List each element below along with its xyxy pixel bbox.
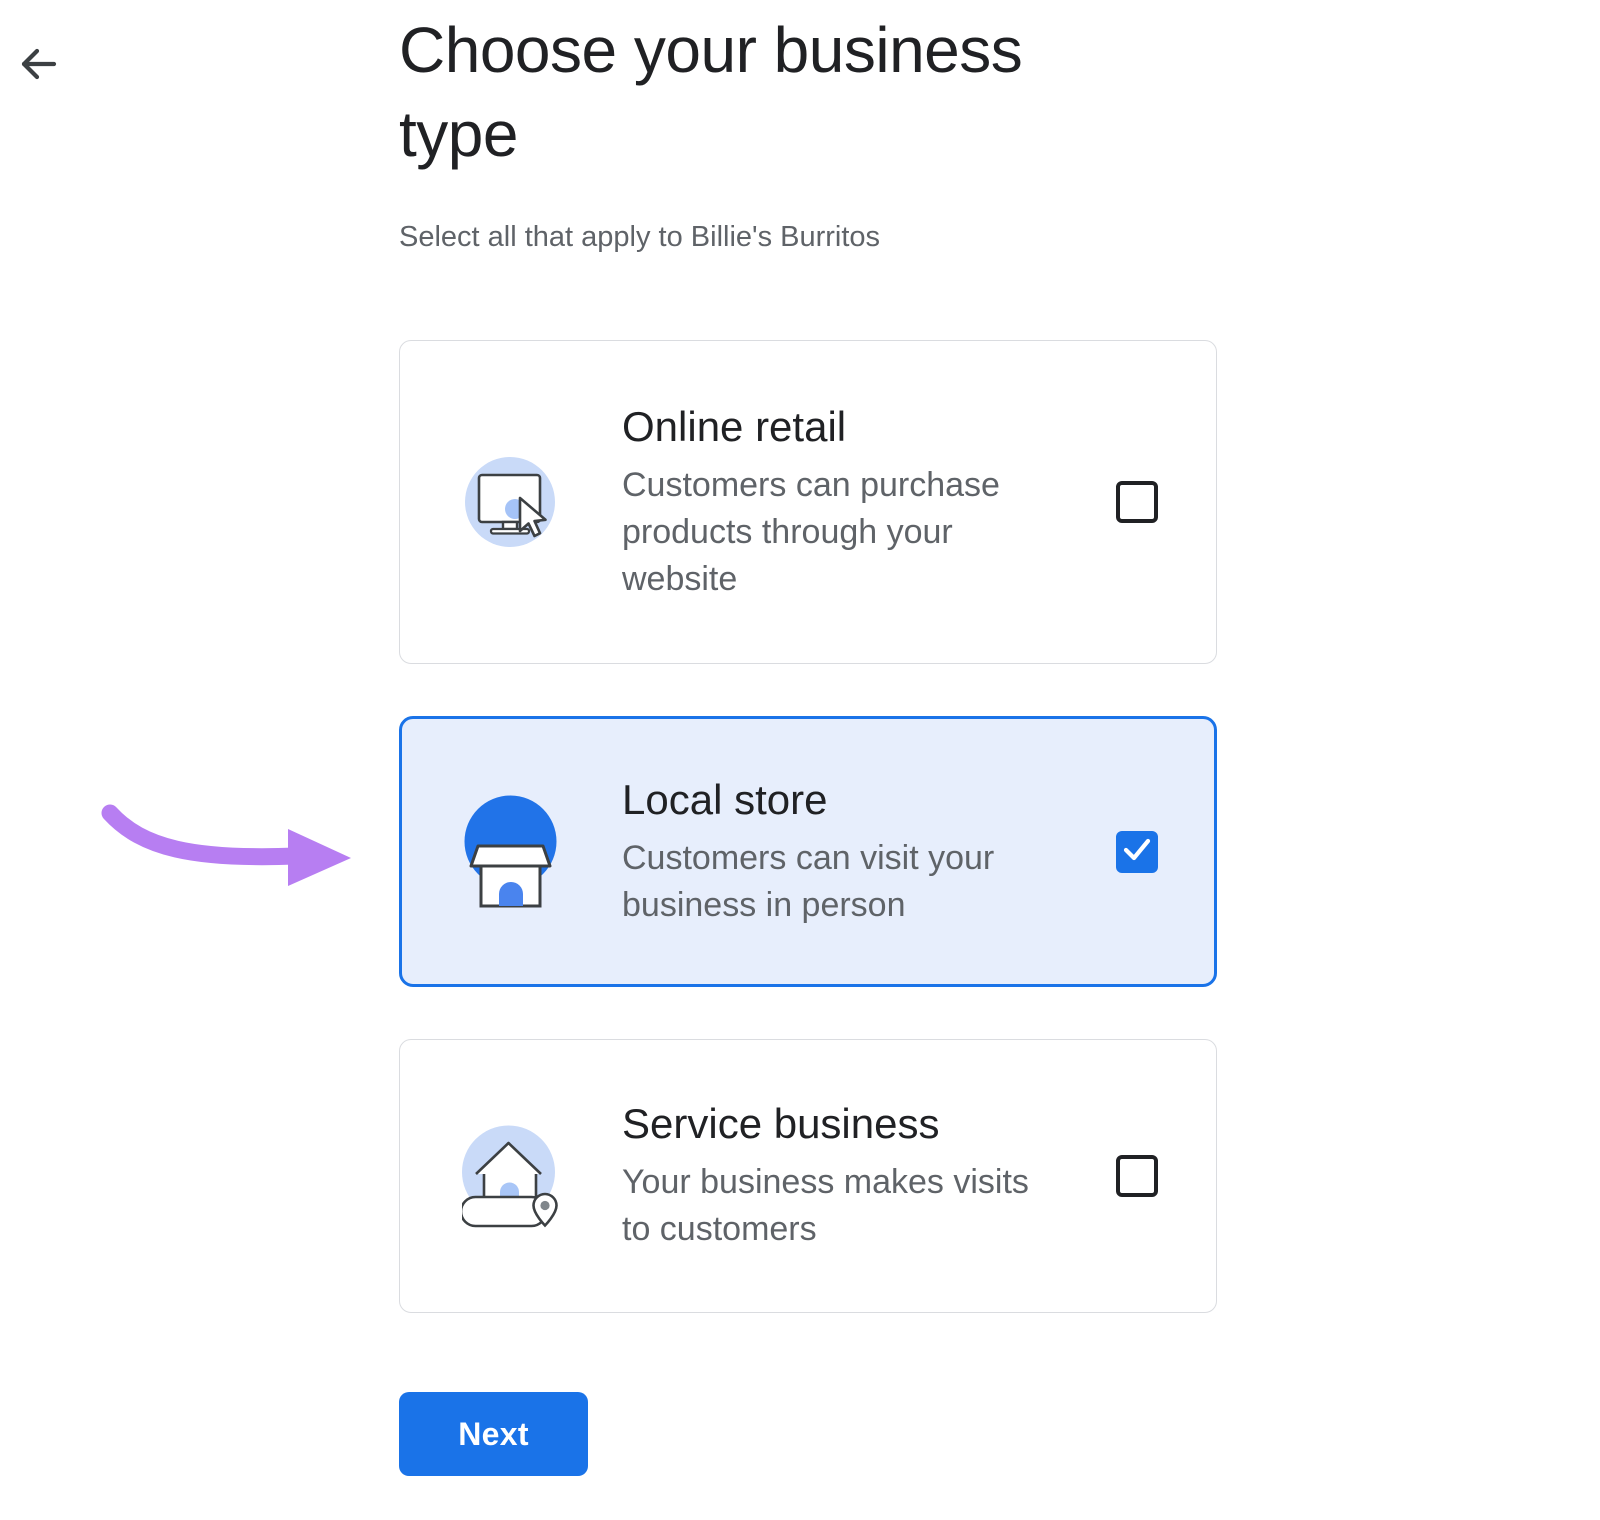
service-business-house-pin-icon [462, 1125, 558, 1228]
business-type-options: Online retail Customers can purchase pro… [399, 340, 1259, 1313]
option-text: Service business Your business makes vis… [622, 1099, 1029, 1253]
local-store-storefront-icon [462, 795, 558, 908]
back-button[interactable] [12, 38, 64, 90]
online-retail-monitor-cursor-icon [462, 456, 558, 548]
page-subtitle: Select all that apply to Billie's Burrit… [399, 218, 1259, 256]
online-retail-checkbox[interactable] [1116, 481, 1158, 523]
page-title: Choose your business type [399, 8, 1099, 176]
option-title: Online retail [622, 402, 1000, 452]
local-store-checkbox[interactable] [1116, 831, 1158, 873]
next-button[interactable]: Next [399, 1392, 588, 1476]
option-title: Local store [622, 775, 994, 825]
option-title: Service business [622, 1099, 1029, 1149]
option-text: Online retail Customers can purchase pro… [622, 402, 1000, 603]
business-type-page: Choose your business type Select all tha… [0, 0, 1600, 1520]
option-description: Customers can purchase products through … [622, 462, 1000, 603]
option-service-business[interactable]: Service business Your business makes vis… [399, 1039, 1217, 1313]
arrow-left-back-icon [16, 42, 60, 86]
option-description: Customers can visit your business in per… [622, 835, 994, 929]
option-text: Local store Customers can visit your bus… [622, 775, 994, 929]
checkmark-icon [1116, 828, 1158, 875]
option-online-retail[interactable]: Online retail Customers can purchase pro… [399, 340, 1217, 664]
option-description: Your business makes visits to customers [622, 1159, 1029, 1253]
option-local-store[interactable]: Local store Customers can visit your bus… [399, 716, 1217, 987]
purple-arrow-icon [98, 792, 363, 897]
service-business-checkbox[interactable] [1116, 1155, 1158, 1197]
